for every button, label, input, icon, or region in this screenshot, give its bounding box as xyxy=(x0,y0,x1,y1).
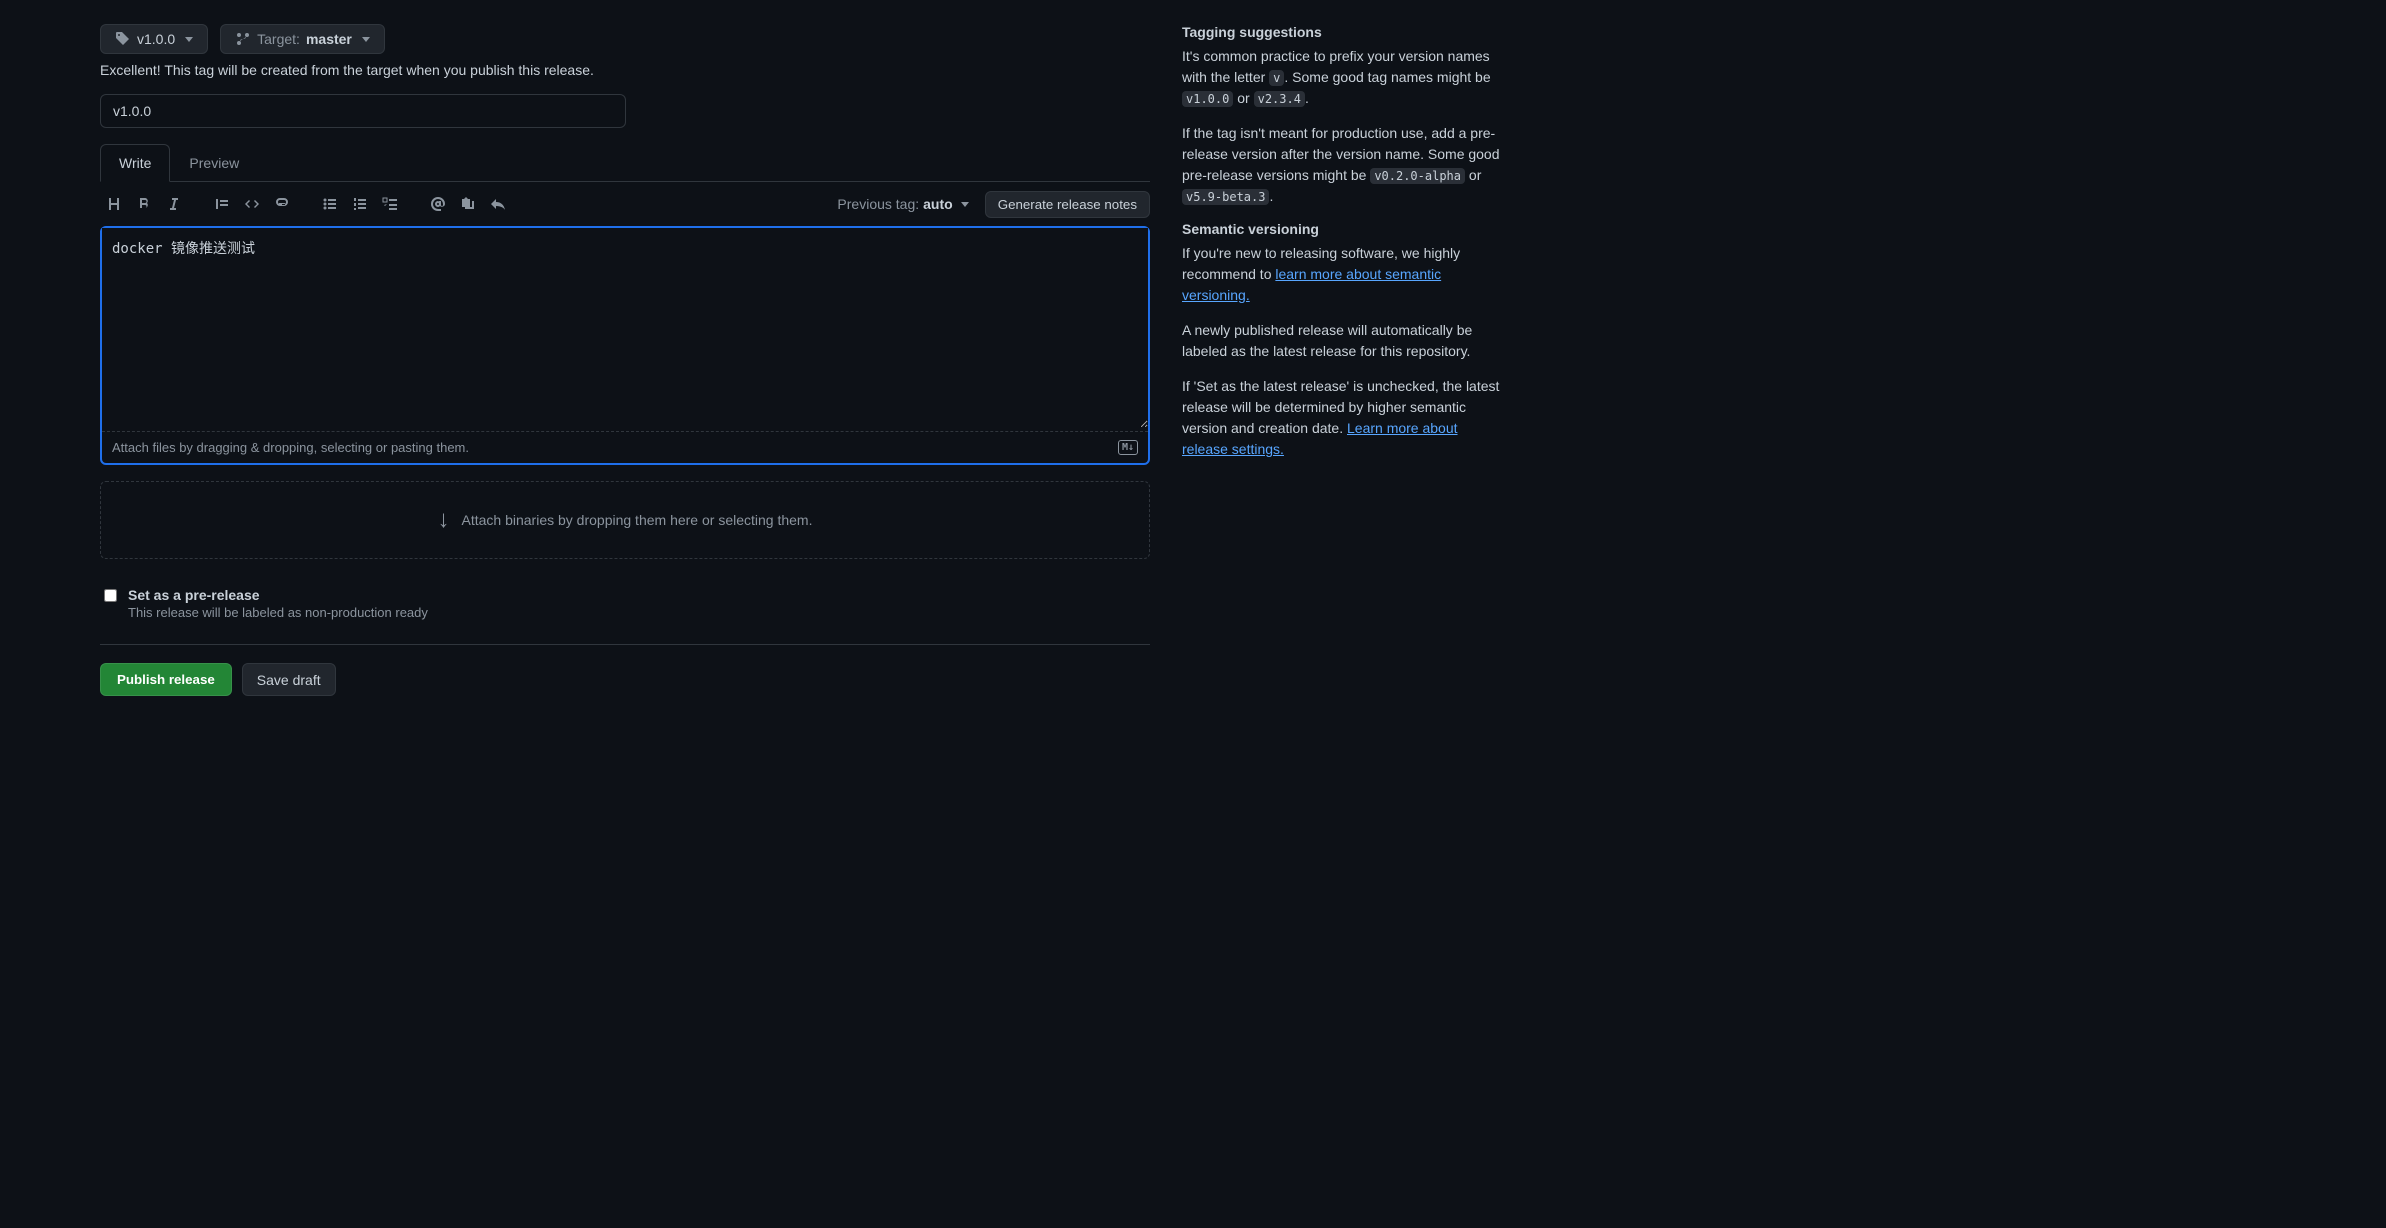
semantic-versioning-heading: Semantic versioning xyxy=(1182,221,1502,237)
pre-release-label: Set as a pre-release xyxy=(128,587,428,603)
italic-icon[interactable] xyxy=(160,190,188,218)
save-draft-button[interactable]: Save draft xyxy=(242,663,336,696)
tagging-suggestions-heading: Tagging suggestions xyxy=(1182,24,1502,40)
target-selector[interactable]: Target: master xyxy=(220,24,385,54)
release-title-input[interactable] xyxy=(100,94,626,128)
tagging-suggestions-p2: If the tag isn't meant for production us… xyxy=(1182,123,1502,207)
pre-release-desc: This release will be labeled as non-prod… xyxy=(128,605,428,620)
code-icon[interactable] xyxy=(238,190,266,218)
reply-icon[interactable] xyxy=(484,190,512,218)
tag-status-text: Excellent! This tag will be created from… xyxy=(100,62,1150,78)
git-branch-icon xyxy=(235,31,251,47)
quote-icon[interactable] xyxy=(208,190,236,218)
heading-icon[interactable] xyxy=(100,190,128,218)
target-label: Target: xyxy=(257,31,300,47)
tagging-suggestions-p1: It's common practice to prefix your vers… xyxy=(1182,46,1502,109)
bold-icon[interactable] xyxy=(130,190,158,218)
semver-p2: A newly published release will automatic… xyxy=(1182,320,1502,362)
numbered-list-icon[interactable] xyxy=(346,190,374,218)
markdown-toolbar: Previous tag: auto Generate release note… xyxy=(100,182,1150,226)
markdown-icon[interactable]: M↓ xyxy=(1118,440,1138,455)
previous-tag-value: auto xyxy=(923,196,953,212)
cross-reference-icon[interactable] xyxy=(454,190,482,218)
pre-release-checkbox[interactable] xyxy=(104,589,117,602)
chevron-down-icon xyxy=(185,37,193,42)
arrow-down-icon: ↓ xyxy=(438,506,450,534)
link-icon[interactable] xyxy=(268,190,296,218)
tag-selector[interactable]: v1.0.0 xyxy=(100,24,208,54)
previous-tag-label: Previous tag: xyxy=(837,196,919,212)
task-list-icon[interactable] xyxy=(376,190,404,218)
publish-release-button[interactable]: Publish release xyxy=(100,663,232,696)
attach-files-hint[interactable]: Attach files by dragging & dropping, sel… xyxy=(102,431,1148,463)
target-branch: master xyxy=(306,31,352,47)
editor-tabs: Write Preview xyxy=(100,144,1150,182)
chevron-down-icon xyxy=(362,37,370,42)
previous-tag-selector[interactable]: Previous tag: auto xyxy=(837,196,968,212)
tag-icon xyxy=(115,31,131,47)
tab-write[interactable]: Write xyxy=(100,144,170,182)
dropzone-text: Attach binaries by dropping them here or… xyxy=(462,512,813,528)
bullet-list-icon[interactable] xyxy=(316,190,344,218)
tab-preview[interactable]: Preview xyxy=(170,144,258,181)
semver-p3: If 'Set as the latest release' is unchec… xyxy=(1182,376,1502,460)
release-body-textarea[interactable] xyxy=(102,228,1148,428)
chevron-down-icon xyxy=(961,202,969,207)
mention-icon[interactable] xyxy=(424,190,452,218)
binaries-dropzone[interactable]: ↓ Attach binaries by dropping them here … xyxy=(100,481,1150,559)
attach-hint-text: Attach files by dragging & dropping, sel… xyxy=(112,440,469,455)
tag-selector-label: v1.0.0 xyxy=(137,31,175,47)
generate-release-notes-button[interactable]: Generate release notes xyxy=(985,191,1150,218)
release-body-editor: Attach files by dragging & dropping, sel… xyxy=(100,226,1150,465)
semver-p1: If you're new to releasing software, we … xyxy=(1182,243,1502,306)
